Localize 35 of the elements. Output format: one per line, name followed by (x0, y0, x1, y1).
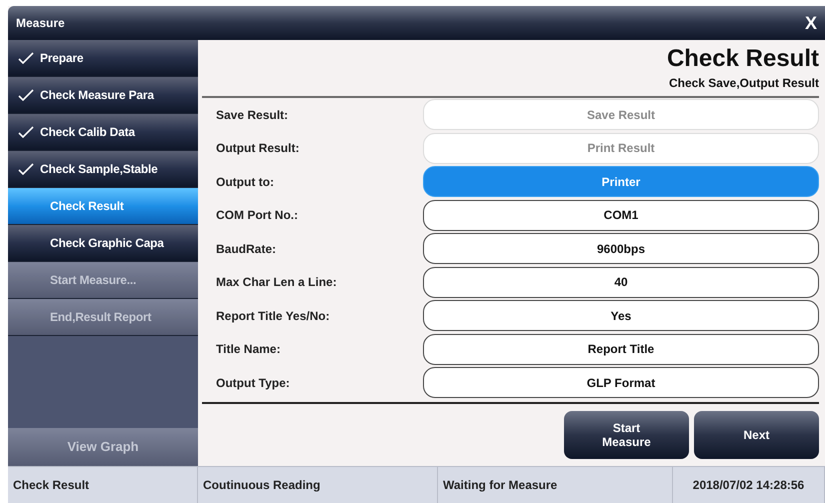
checkmark-icon (18, 52, 34, 64)
setting-value-field[interactable]: 9600bps (423, 233, 819, 264)
setting-label: Output Result: (215, 140, 300, 158)
setting-label: Save Result: (215, 106, 290, 124)
status-text: Coutinuous Reading (198, 467, 438, 503)
setting-label: Report Title Yes/No: (215, 308, 331, 325)
setting-label: BaudRate: (215, 240, 278, 258)
setting-label: Output to: (215, 174, 275, 191)
status-text: Waiting for Measure (438, 467, 673, 503)
setting-value-field[interactable]: Report Title (423, 334, 819, 365)
setting-value-field[interactable]: COM1 (423, 200, 819, 231)
setting-label: Output Type: (215, 374, 291, 392)
close-button[interactable]: X (804, 10, 817, 36)
setting-label: COM Port No.: (215, 207, 299, 224)
sidebar-item[interactable]: Check Graphic Capa (8, 225, 198, 262)
page-subtitle: Check Save,Output Result (668, 75, 819, 92)
checkmark-icon (18, 126, 34, 138)
window-title: Measure (16, 15, 65, 32)
sidebar-item[interactable]: Check Calib Data (8, 114, 198, 151)
checkmark-icon (18, 89, 34, 101)
setting-value-field[interactable]: GLP Format (423, 367, 819, 398)
page-title: Check Result (666, 44, 819, 74)
sidebar-item[interactable]: Prepare (8, 40, 198, 77)
setting-value-field[interactable]: Printer (423, 166, 819, 198)
status-text: Check Result (8, 467, 198, 503)
checkmark-icon (18, 163, 34, 175)
status-text: 2018/07/02 14:28:56 (673, 467, 825, 503)
setting-value-field[interactable]: 40 (423, 266, 819, 298)
action-button[interactable]: Next (694, 410, 819, 459)
sidebar-item[interactable]: Check Sample,Stable (8, 151, 198, 188)
action-button[interactable]: Start Measure (564, 410, 689, 459)
setting-value-field[interactable]: Yes (423, 300, 819, 332)
setting-label: Title Name: (215, 341, 282, 358)
setting-label: Max Char Len a Line: (215, 274, 338, 292)
sidebar-item[interactable]: Check Measure Para (8, 77, 198, 114)
